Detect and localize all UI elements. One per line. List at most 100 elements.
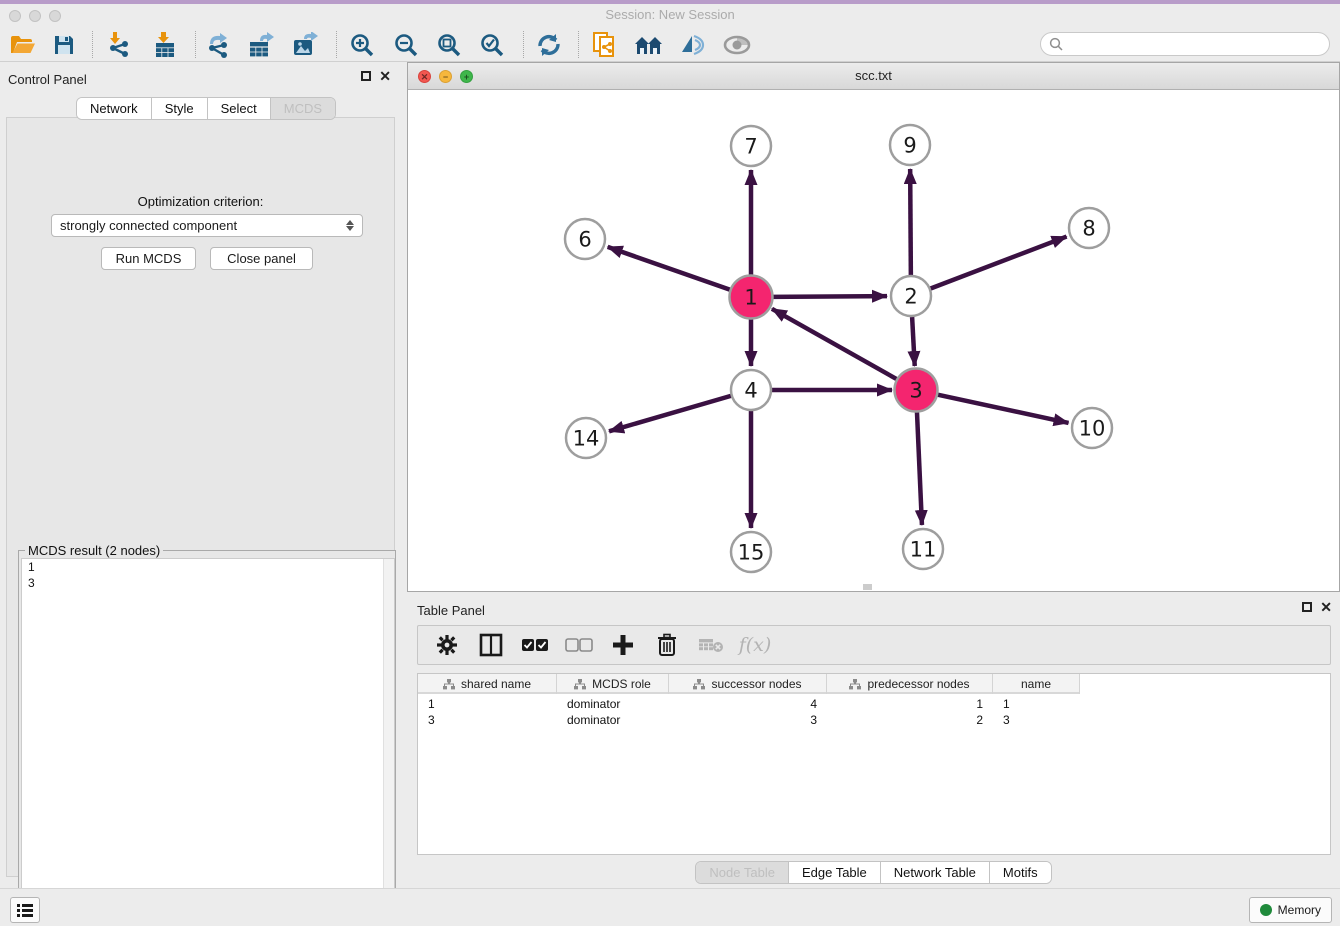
- control-panel-title: Control Panel: [8, 72, 87, 87]
- toolbar-separator: [523, 31, 524, 58]
- graph-node-label: 1: [744, 286, 757, 310]
- table-row[interactable]: 3dominator323: [418, 712, 1080, 728]
- delete-column-icon[interactable]: [652, 631, 682, 659]
- cell-predecessor_nodes[interactable]: 2: [827, 712, 993, 728]
- network-canvas[interactable]: 1234678910111415: [408, 90, 1339, 591]
- add-column-icon[interactable]: [608, 631, 638, 659]
- birds-eye-view-icon[interactable]: [720, 31, 754, 59]
- table-toolbar: f(x): [417, 625, 1331, 665]
- graph-node-label: 3: [909, 379, 922, 403]
- hide-graphics-details-icon[interactable]: [675, 31, 709, 59]
- column-header-name[interactable]: name: [993, 674, 1080, 694]
- cell-successor_nodes[interactable]: 3: [669, 712, 827, 728]
- task-history-button[interactable]: [10, 897, 40, 923]
- cell-successor_nodes[interactable]: 4: [669, 696, 827, 712]
- duplicate-network-icon[interactable]: [588, 31, 622, 59]
- float-panel-icon[interactable]: [361, 71, 371, 81]
- graph-edge-4-14[interactable]: [609, 396, 731, 431]
- column-header-shared-name[interactable]: shared name: [418, 674, 557, 694]
- tab-edge-table[interactable]: Edge Table: [789, 862, 881, 883]
- cell-mcds_role[interactable]: dominator: [557, 696, 669, 712]
- criterion-dropdown[interactable]: strongly connected component: [51, 214, 363, 237]
- cell-mcds_role[interactable]: dominator: [557, 712, 669, 728]
- zoom-selected-icon[interactable]: [475, 31, 509, 59]
- network-minimize-button[interactable]: −: [439, 70, 452, 83]
- status-bar: Memory: [0, 888, 1340, 926]
- search-icon: [1049, 37, 1063, 51]
- graph-edge-3-11[interactable]: [917, 411, 922, 525]
- column-tree-icon: [443, 679, 455, 690]
- canvas-resize-handle[interactable]: [863, 584, 872, 590]
- open-session-icon[interactable]: [6, 31, 40, 59]
- result-scrollbar[interactable]: [383, 559, 394, 926]
- memory-button[interactable]: Memory: [1249, 897, 1332, 923]
- zoom-fit-icon[interactable]: [432, 31, 466, 59]
- tab-style[interactable]: Style: [152, 98, 208, 119]
- graph-edge-3-1[interactable]: [772, 309, 898, 380]
- tab-mcds[interactable]: MCDS: [271, 98, 335, 119]
- tab-motifs[interactable]: Motifs: [990, 862, 1051, 883]
- save-session-icon[interactable]: [47, 31, 81, 59]
- toolbar-separator: [336, 31, 337, 58]
- graph-node-label: 6: [578, 228, 591, 252]
- tab-node-table[interactable]: Node Table: [696, 862, 789, 883]
- mcds-result-line: 1: [22, 559, 394, 575]
- export-network-icon[interactable]: [202, 31, 236, 59]
- column-header-predecessor-nodes[interactable]: predecessor nodes: [827, 674, 993, 694]
- toggle-panes-icon[interactable]: [476, 631, 506, 659]
- zoom-out-icon[interactable]: [389, 31, 423, 59]
- cell-shared_name[interactable]: 1: [418, 696, 557, 712]
- search-field[interactable]: [1040, 32, 1330, 56]
- network-close-button[interactable]: ✕: [418, 70, 431, 83]
- close-panel-icon[interactable]: ✕: [379, 71, 391, 81]
- network-zoom-button[interactable]: +: [460, 70, 473, 83]
- refresh-icon[interactable]: [532, 31, 566, 59]
- network-view-window: scc.txt ✕ − + 1234678910111415: [407, 62, 1340, 592]
- titlebar: Session: New Session: [0, 4, 1340, 27]
- cell-shared_name[interactable]: 3: [418, 712, 557, 728]
- select-all-checkboxes-icon[interactable]: [520, 631, 550, 659]
- zoom-in-icon[interactable]: [345, 31, 379, 59]
- node-table[interactable]: shared nameMCDS rolesuccessor nodesprede…: [417, 673, 1331, 855]
- close-table-panel-icon[interactable]: ✕: [1320, 602, 1332, 612]
- import-table-icon[interactable]: [148, 31, 182, 59]
- run-mcds-button[interactable]: Run MCDS: [101, 247, 196, 270]
- cell-name[interactable]: 3: [993, 712, 1080, 728]
- mcds-result-list[interactable]: 1 3: [21, 558, 395, 926]
- graph-edge-2-3[interactable]: [912, 317, 915, 366]
- close-panel-button[interactable]: Close panel: [210, 247, 313, 270]
- graph-edge-1-2[interactable]: [772, 296, 887, 297]
- table-row[interactable]: 1dominator411: [418, 696, 1080, 712]
- toolbar-separator: [578, 31, 579, 58]
- network-graph[interactable]: 1234678910111415: [408, 90, 1339, 591]
- cell-name[interactable]: 1: [993, 696, 1080, 712]
- export-table-icon[interactable]: [244, 31, 278, 59]
- graph-edge-2-8[interactable]: [931, 237, 1067, 289]
- graph-node-label: 10: [1079, 417, 1106, 441]
- graph-edge-2-9[interactable]: [910, 169, 911, 275]
- column-header-MCDS-role[interactable]: MCDS role: [557, 674, 669, 694]
- tab-network[interactable]: Network: [77, 98, 152, 119]
- column-header-successor-nodes[interactable]: successor nodes: [669, 674, 827, 694]
- network-window-titlebar[interactable]: scc.txt ✕ − +: [408, 63, 1339, 90]
- search-input[interactable]: [1068, 37, 1329, 51]
- graph-edge-1-6[interactable]: [608, 247, 732, 290]
- nested-networks-icon[interactable]: [632, 31, 666, 59]
- graph-node-label: 7: [744, 135, 757, 159]
- dropdown-stepper-icon: [346, 220, 354, 231]
- settings-gear-icon[interactable]: [432, 631, 462, 659]
- function-builder-icon: f(x): [740, 631, 770, 659]
- criterion-dropdown-value: strongly connected component: [60, 218, 346, 233]
- table-panel-title: Table Panel: [417, 603, 485, 618]
- import-network-icon[interactable]: [101, 31, 135, 59]
- tab-select[interactable]: Select: [208, 98, 271, 119]
- float-table-panel-icon[interactable]: [1302, 602, 1312, 612]
- toolbar-separator: [195, 31, 196, 58]
- column-tree-icon: [574, 679, 586, 690]
- graph-edge-3-10[interactable]: [937, 394, 1069, 423]
- cell-predecessor_nodes[interactable]: 1: [827, 696, 993, 712]
- deselect-all-checkboxes-icon[interactable]: [564, 631, 594, 659]
- tab-network-table[interactable]: Network Table: [881, 862, 990, 883]
- memory-label: Memory: [1278, 903, 1321, 917]
- export-image-icon[interactable]: [288, 31, 322, 59]
